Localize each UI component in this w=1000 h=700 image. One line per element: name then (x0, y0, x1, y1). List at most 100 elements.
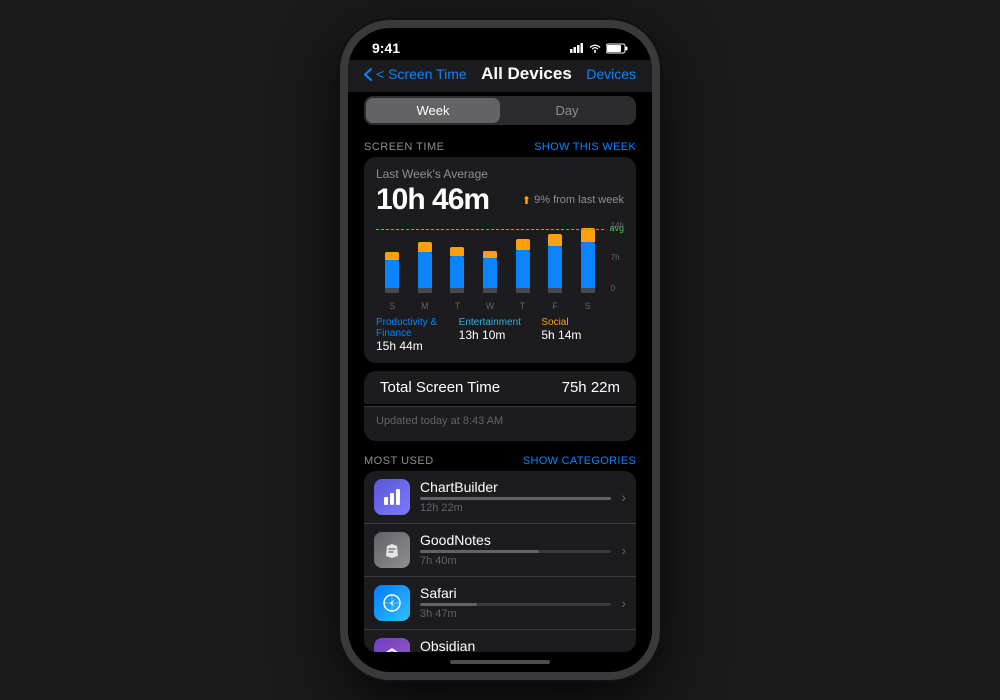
x-m: M (415, 301, 435, 311)
phone-frame: 9:41 (340, 20, 660, 680)
goodnotes-app-icon (382, 540, 402, 560)
cat-social-name: Social (541, 317, 624, 328)
status-icons (570, 43, 628, 54)
devices-button[interactable]: Devices (586, 66, 636, 82)
y-label-0: 0 (611, 284, 624, 293)
chartbuilder-time: 12h 22m (420, 502, 611, 514)
y-axis-labels: 14h 7h 0 (611, 221, 624, 293)
cat-entertainment-value: 13h 10m (459, 328, 542, 342)
back-label: < Screen Time (376, 66, 467, 82)
bar-t1 (447, 247, 467, 293)
day-tab[interactable]: Day (500, 98, 634, 123)
cat-entertainment-name: Entertainment (459, 317, 542, 328)
bar-s-orange (385, 252, 399, 260)
bar-w-orange (483, 251, 497, 258)
chartbuilder-info: ChartBuilder 12h 22m (420, 479, 611, 514)
goodnotes-time: 7h 40m (420, 555, 611, 567)
change-indicator: ⬆ 9% from last week (522, 194, 624, 207)
cat-social-value: 5h 14m (541, 328, 624, 342)
bar-s2-gray (581, 288, 595, 293)
nav-bar: < Screen Time All Devices Devices (348, 60, 652, 92)
chartbuilder-icon (374, 479, 410, 515)
change-icon: ⬆ (522, 194, 531, 207)
chartbuilder-bar (420, 497, 611, 500)
segmented-control: Week Day (364, 96, 636, 125)
cat-social[interactable]: Social 5h 14m (541, 317, 624, 353)
safari-icon (374, 585, 410, 621)
show-categories-button[interactable]: SHOW CATEGORIES (523, 455, 636, 467)
list-item[interactable]: Obsidian 3h 2m › (364, 630, 636, 653)
home-indicator[interactable] (348, 652, 652, 672)
x-w: W (480, 301, 500, 311)
x-t2: T (513, 301, 533, 311)
nav-title: All Devices (481, 64, 572, 84)
bar-m (415, 242, 435, 293)
bar-w (480, 251, 500, 293)
safari-info: Safari 3h 47m (420, 585, 611, 620)
safari-app-icon (382, 593, 402, 613)
bar-t1-blue (450, 256, 464, 288)
phone-screen: 9:41 (348, 28, 652, 672)
goodnotes-bar-fill (420, 550, 539, 553)
chartbuilder-name: ChartBuilder (420, 479, 611, 495)
back-button[interactable]: < Screen Time (364, 66, 467, 82)
bar-m-blue (418, 252, 432, 288)
safari-time: 3h 47m (420, 608, 611, 620)
app-list: ChartBuilder 12h 22m › (364, 471, 636, 653)
goodnotes-chevron-icon: › (621, 542, 626, 558)
content-area: SCREEN TIME SHOW THIS WEEK Last Week's A… (348, 133, 652, 652)
divider (348, 441, 652, 449)
updated-row: Updated today at 8:43 AM (364, 406, 636, 441)
total-value: 75h 22m (562, 379, 620, 396)
bar-m-gray (418, 288, 432, 293)
bar-t2-blue (516, 250, 530, 288)
bar-t1-orange (450, 247, 464, 256)
safari-bar-fill (420, 603, 477, 606)
x-f: F (545, 301, 565, 311)
total-label: Total Screen Time (380, 379, 500, 396)
bar-t2 (513, 239, 533, 293)
goodnotes-name: GoodNotes (420, 532, 611, 548)
x-s: S (382, 301, 402, 311)
updated-text: Updated today at 8:43 AM (376, 415, 503, 429)
bar-s-gray (385, 288, 399, 293)
obsidian-icon (374, 638, 410, 653)
obsidian-name: Obsidian (420, 638, 611, 652)
safari-name: Safari (420, 585, 611, 601)
list-item[interactable]: Safari 3h 47m › (364, 577, 636, 630)
list-item[interactable]: ChartBuilder 12h 22m › (364, 471, 636, 524)
chartbuilder-chevron-icon: › (621, 489, 626, 505)
cat-productivity[interactable]: Productivity & Finance 15h 44m (376, 317, 459, 353)
cat-productivity-value: 15h 44m (376, 339, 459, 353)
avg-label: Last Week's Average (376, 167, 624, 181)
show-this-week-button[interactable]: SHOW THIS WEEK (534, 141, 636, 153)
time-row: 10h 46m ⬆ 9% from last week (376, 183, 624, 217)
y-label-14h: 14h (611, 221, 624, 230)
bar-t1-gray (450, 288, 464, 293)
change-text: 9% from last week (534, 194, 624, 206)
cat-entertainment[interactable]: Entertainment 13h 10m (459, 317, 542, 353)
safari-bar (420, 603, 611, 606)
most-used-header: MOST USED SHOW CATEGORIES (348, 449, 652, 471)
bar-t2-orange (516, 239, 530, 250)
category-row: Productivity & Finance 15h 44m Entertain… (376, 317, 624, 353)
chartbuilder-bar-fill (420, 497, 611, 500)
bar-w-blue (483, 258, 497, 288)
bar-t2-gray (516, 288, 530, 293)
x-s2: S (578, 301, 598, 311)
screen-time-section-header: SCREEN TIME SHOW THIS WEEK (348, 133, 652, 157)
bar-w-gray (483, 288, 497, 293)
bar-s (382, 252, 402, 293)
cat-productivity-name: Productivity & Finance (376, 317, 459, 339)
list-item[interactable]: GoodNotes 7h 40m › (364, 524, 636, 577)
most-used-label: MOST USED (364, 455, 434, 467)
total-row: Total Screen Time 75h 22m (364, 371, 636, 404)
bar-f (545, 234, 565, 293)
bar-m-orange (418, 242, 432, 252)
screen-time-label: SCREEN TIME (364, 141, 444, 153)
week-tab[interactable]: Week (366, 98, 500, 123)
x-t1: T (447, 301, 467, 311)
bar-f-gray (548, 288, 562, 293)
bar-s2-orange (581, 228, 595, 242)
status-time: 9:41 (372, 40, 400, 56)
